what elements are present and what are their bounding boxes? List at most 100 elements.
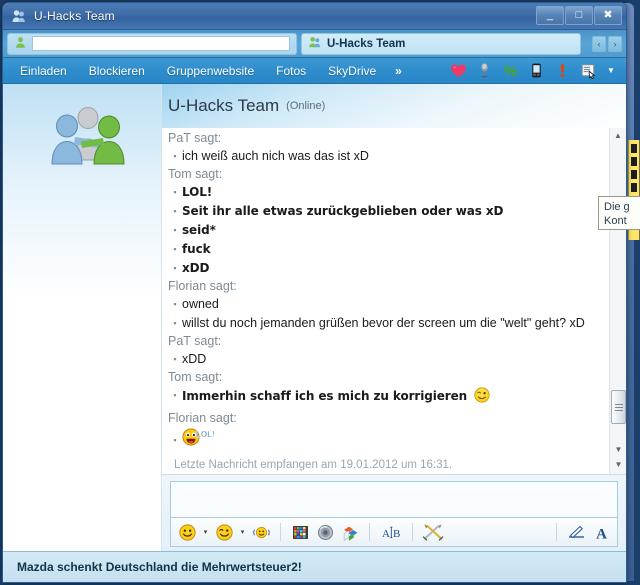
tab-navigation: ‹ › bbox=[592, 35, 622, 52]
toolbar-separator bbox=[412, 523, 413, 541]
heart-icon[interactable] bbox=[450, 62, 467, 79]
chat-scrollbar[interactable]: ▲ ▼ ▼ bbox=[609, 128, 626, 474]
bullet-icon: ▪ bbox=[173, 390, 177, 400]
toolbar-separator bbox=[556, 523, 557, 541]
message-speaker: Florian sagt: bbox=[168, 279, 237, 293]
svg-text:B: B bbox=[393, 528, 400, 540]
font-select-button[interactable]: A bbox=[590, 521, 612, 543]
display-picture-panel bbox=[3, 84, 162, 551]
window-controls: _ □ ✖ bbox=[536, 6, 622, 25]
sound-button[interactable] bbox=[314, 521, 336, 543]
message-text: Seit ihr alle etwas zurückgeblieben oder… bbox=[182, 204, 504, 218]
close-button[interactable]: ✖ bbox=[594, 6, 622, 25]
menu-overflow-button[interactable]: » bbox=[387, 64, 410, 78]
message-line: ▪ xDD bbox=[168, 350, 599, 369]
tab-next-button[interactable]: › bbox=[608, 35, 622, 52]
title-bar: U-Hacks Team _ □ ✖ bbox=[3, 3, 626, 30]
bullet-icon: ▪ bbox=[173, 225, 177, 235]
message-text: owned bbox=[182, 297, 219, 311]
message-text-with-emoticon: Immerhin schaff ich es mich zu korrigier… bbox=[182, 386, 599, 410]
games-swords-button[interactable] bbox=[421, 521, 445, 543]
message-line: ▪ xDD bbox=[168, 259, 599, 278]
mobile-phone-icon[interactable] bbox=[528, 62, 545, 79]
handwriting-pen-button[interactable] bbox=[565, 521, 587, 543]
message-history[interactable]: PaT sagt: ▪ ich weiß auch nich was das i… bbox=[162, 128, 609, 474]
message-speaker: Tom sagt: bbox=[168, 370, 223, 384]
message-text: seid* bbox=[182, 223, 216, 237]
dropdown-caret-icon[interactable]: ▼ bbox=[606, 62, 616, 79]
format-toolbar: ▾ ▾ A B A bbox=[170, 517, 618, 547]
message-line: ▪ seid* bbox=[168, 221, 599, 240]
maximize-button[interactable]: □ bbox=[565, 6, 593, 25]
tab-prev-button[interactable]: ‹ bbox=[592, 35, 606, 52]
tab-label: U-Hacks Team bbox=[327, 37, 406, 50]
last-message-info: Letzte Nachricht empfangen am 19.01.2012… bbox=[174, 459, 453, 471]
lol-emoticon-label: LOL! bbox=[196, 430, 215, 439]
tooltip-line-2: Kont bbox=[604, 215, 627, 227]
menu-item-gruppenwebsite[interactable]: Gruppenwebsite bbox=[156, 58, 265, 84]
lol-smiley-icon: LOL! bbox=[182, 428, 215, 453]
status-bar[interactable]: Mazda schenkt Deutschland die Mehrwertst… bbox=[3, 551, 626, 582]
toolbar-separator bbox=[280, 523, 281, 541]
menu-item-einladen[interactable]: Einladen bbox=[9, 58, 78, 84]
color-palette-button[interactable] bbox=[289, 521, 311, 543]
emoticon-button[interactable] bbox=[176, 521, 198, 543]
svg-text:A: A bbox=[596, 526, 607, 541]
message-line: ▪ fuck bbox=[168, 240, 599, 259]
percent-icon[interactable]: % bbox=[502, 62, 519, 80]
emoticon-dropdown-caret-icon[interactable]: ▾ bbox=[201, 528, 210, 536]
winking-emoticon-dropdown-caret-icon[interactable]: ▾ bbox=[238, 528, 247, 536]
scroll-down-button[interactable]: ▼ bbox=[611, 442, 626, 457]
tooltip-line-1: Die g bbox=[604, 201, 630, 213]
bullet-icon: ▪ bbox=[173, 263, 177, 273]
scrollbar-grip-icon bbox=[614, 402, 623, 413]
bullet-icon: ▪ bbox=[173, 354, 177, 364]
scroll-up-button[interactable]: ▲ bbox=[611, 128, 626, 143]
menu-item-fotos[interactable]: Fotos bbox=[265, 58, 317, 84]
message-text: willst du noch jemanden grüßen bevor der… bbox=[182, 316, 585, 330]
message-speaker: Florian sagt: bbox=[168, 411, 237, 425]
message-line: ▪ ich weiß auch nich was das ist xD bbox=[168, 147, 599, 166]
tooltip: Die g Kont bbox=[598, 196, 640, 230]
microphone-icon[interactable] bbox=[476, 62, 493, 79]
bullet-icon: ▪ bbox=[173, 299, 177, 309]
menu-icon-group: % ▼ bbox=[450, 62, 620, 80]
translate-ab-button[interactable]: A B bbox=[378, 521, 404, 543]
invite-contact-icon[interactable] bbox=[580, 62, 597, 80]
exclamation-nudge-icon[interactable] bbox=[554, 62, 571, 79]
tab-strip: U-Hacks Team ‹ › bbox=[3, 30, 626, 58]
tab-u-hacks-team[interactable]: U-Hacks Team bbox=[301, 32, 581, 55]
minimize-button[interactable]: _ bbox=[536, 6, 564, 25]
bullet-icon: ▪ bbox=[173, 318, 177, 328]
menu-bar: Einladen Blockieren Gruppenwebsite Fotos… bbox=[3, 58, 626, 84]
message-line: ▪ LOL! bbox=[168, 427, 599, 453]
bullet-icon: ▪ bbox=[173, 244, 177, 254]
svg-text:%: % bbox=[504, 64, 517, 79]
window-contacts-group-icon bbox=[11, 8, 27, 24]
message-text: xDD bbox=[182, 261, 210, 275]
message-line: ▪ owned bbox=[168, 295, 599, 314]
svg-text:A: A bbox=[382, 528, 390, 540]
group-of-three-people-icon bbox=[41, 104, 136, 166]
tab-blank[interactable] bbox=[7, 32, 297, 55]
tab-search-input[interactable] bbox=[32, 36, 290, 51]
message-input[interactable] bbox=[170, 481, 618, 517]
menu-item-blockieren[interactable]: Blockieren bbox=[78, 58, 156, 84]
message-text: LOL! bbox=[182, 185, 213, 199]
message-speaker: PaT sagt: bbox=[168, 334, 222, 348]
message-line: ▪ Seit ihr alle etwas zurückgeblieben od… bbox=[168, 202, 599, 221]
message-line: ▪ LOL! bbox=[168, 183, 599, 202]
message-emoticon-only: LOL! bbox=[182, 427, 599, 453]
status-bar-text: Mazda schenkt Deutschland die Mehrwertst… bbox=[17, 560, 302, 574]
menu-item-skydrive[interactable]: SkyDrive bbox=[317, 58, 387, 84]
nudge-button[interactable] bbox=[250, 521, 272, 543]
contacts-group-icon bbox=[308, 35, 322, 52]
scroll-page-down-button[interactable]: ▼ bbox=[611, 457, 626, 472]
conversation-status: (Online) bbox=[286, 100, 326, 112]
backgrounds-button[interactable] bbox=[339, 521, 361, 543]
messenger-conversation-window: U-Hacks Team _ □ ✖ U-Hacks Team ‹ › Einl… bbox=[2, 2, 627, 583]
scrollbar-thumb[interactable] bbox=[611, 390, 626, 424]
message-input-area: ▾ ▾ A B A bbox=[162, 474, 626, 551]
winking-emoticon-button[interactable] bbox=[213, 521, 235, 543]
conversation-title: U-Hacks Team bbox=[168, 96, 280, 115]
